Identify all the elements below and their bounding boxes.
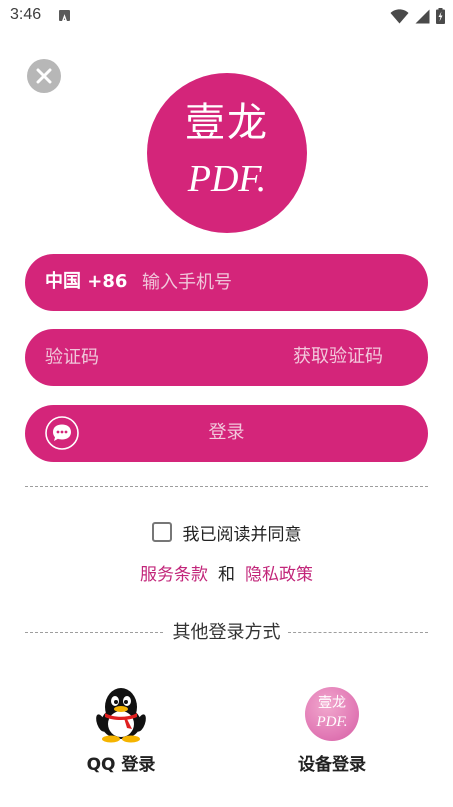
agreement-checkbox[interactable] [151,522,172,542]
privacy-policy-link[interactable]: 隐私政策 [245,565,313,585]
device-logo-text-cn: 壹龙 [318,695,346,711]
logo-text-en: PDF. [187,158,267,200]
other-login-title: 其他登录方式 [172,622,281,643]
other-login-header: 其他登录方式 [25,620,428,646]
verification-code-field: 获取验证码 [25,329,428,386]
login-button-label: 登录 [208,422,245,443]
terms-and-text: 和 [218,565,235,585]
battery-charging-icon [436,8,445,24]
device-login-button[interactable]: 壹龙 PDF. 设备登录 [272,683,392,776]
login-screen: 3:46 壹龙 PDF. 中国 +86 输入手机号 验证码 获取验证码 登录 我… [0,0,453,807]
agreement-row: 我已阅读并同意 [0,520,453,545]
logo-text-cn: 壹龙 [185,100,269,146]
qq-login-label: QQ 登录 [86,755,156,775]
device-login-label: 设备登录 [298,755,366,775]
status-bar: 3:46 [0,0,453,32]
signal-icon [415,9,430,23]
phone-input[interactable] [142,270,402,294]
app-logo: 壹龙 PDF. [147,73,307,233]
status-time: 3:46 [10,6,42,23]
phone-field: 中国 +86 [25,254,428,311]
qq-penguin-icon [96,688,146,743]
get-code-button[interactable]: 获取验证码 [293,345,383,369]
device-icon-wrap: 壹龙 PDF. [302,683,362,743]
login-button[interactable]: 登录 [25,405,428,462]
country-code-selector[interactable]: 中国 +86 [45,270,127,294]
dashed-divider [25,486,428,487]
device-logo-icon: 壹龙 PDF. [305,687,359,741]
qq-login-button[interactable]: QQ 登录 [61,683,181,776]
terms-row: 服务条款和隐私政策 [0,563,453,587]
close-button[interactable] [27,59,61,93]
status-icons [384,6,445,26]
notification-a-icon [59,10,70,24]
qq-icon-wrap [91,683,151,743]
verification-code-input[interactable] [45,345,245,369]
other-login-line-right [288,632,428,633]
agreement-text: 我已阅读并同意 [182,524,302,545]
wifi-icon [390,8,409,23]
terms-of-service-link[interactable]: 服务条款 [140,565,208,585]
device-logo-text-en: PDF. [316,714,348,730]
close-icon [36,68,52,84]
